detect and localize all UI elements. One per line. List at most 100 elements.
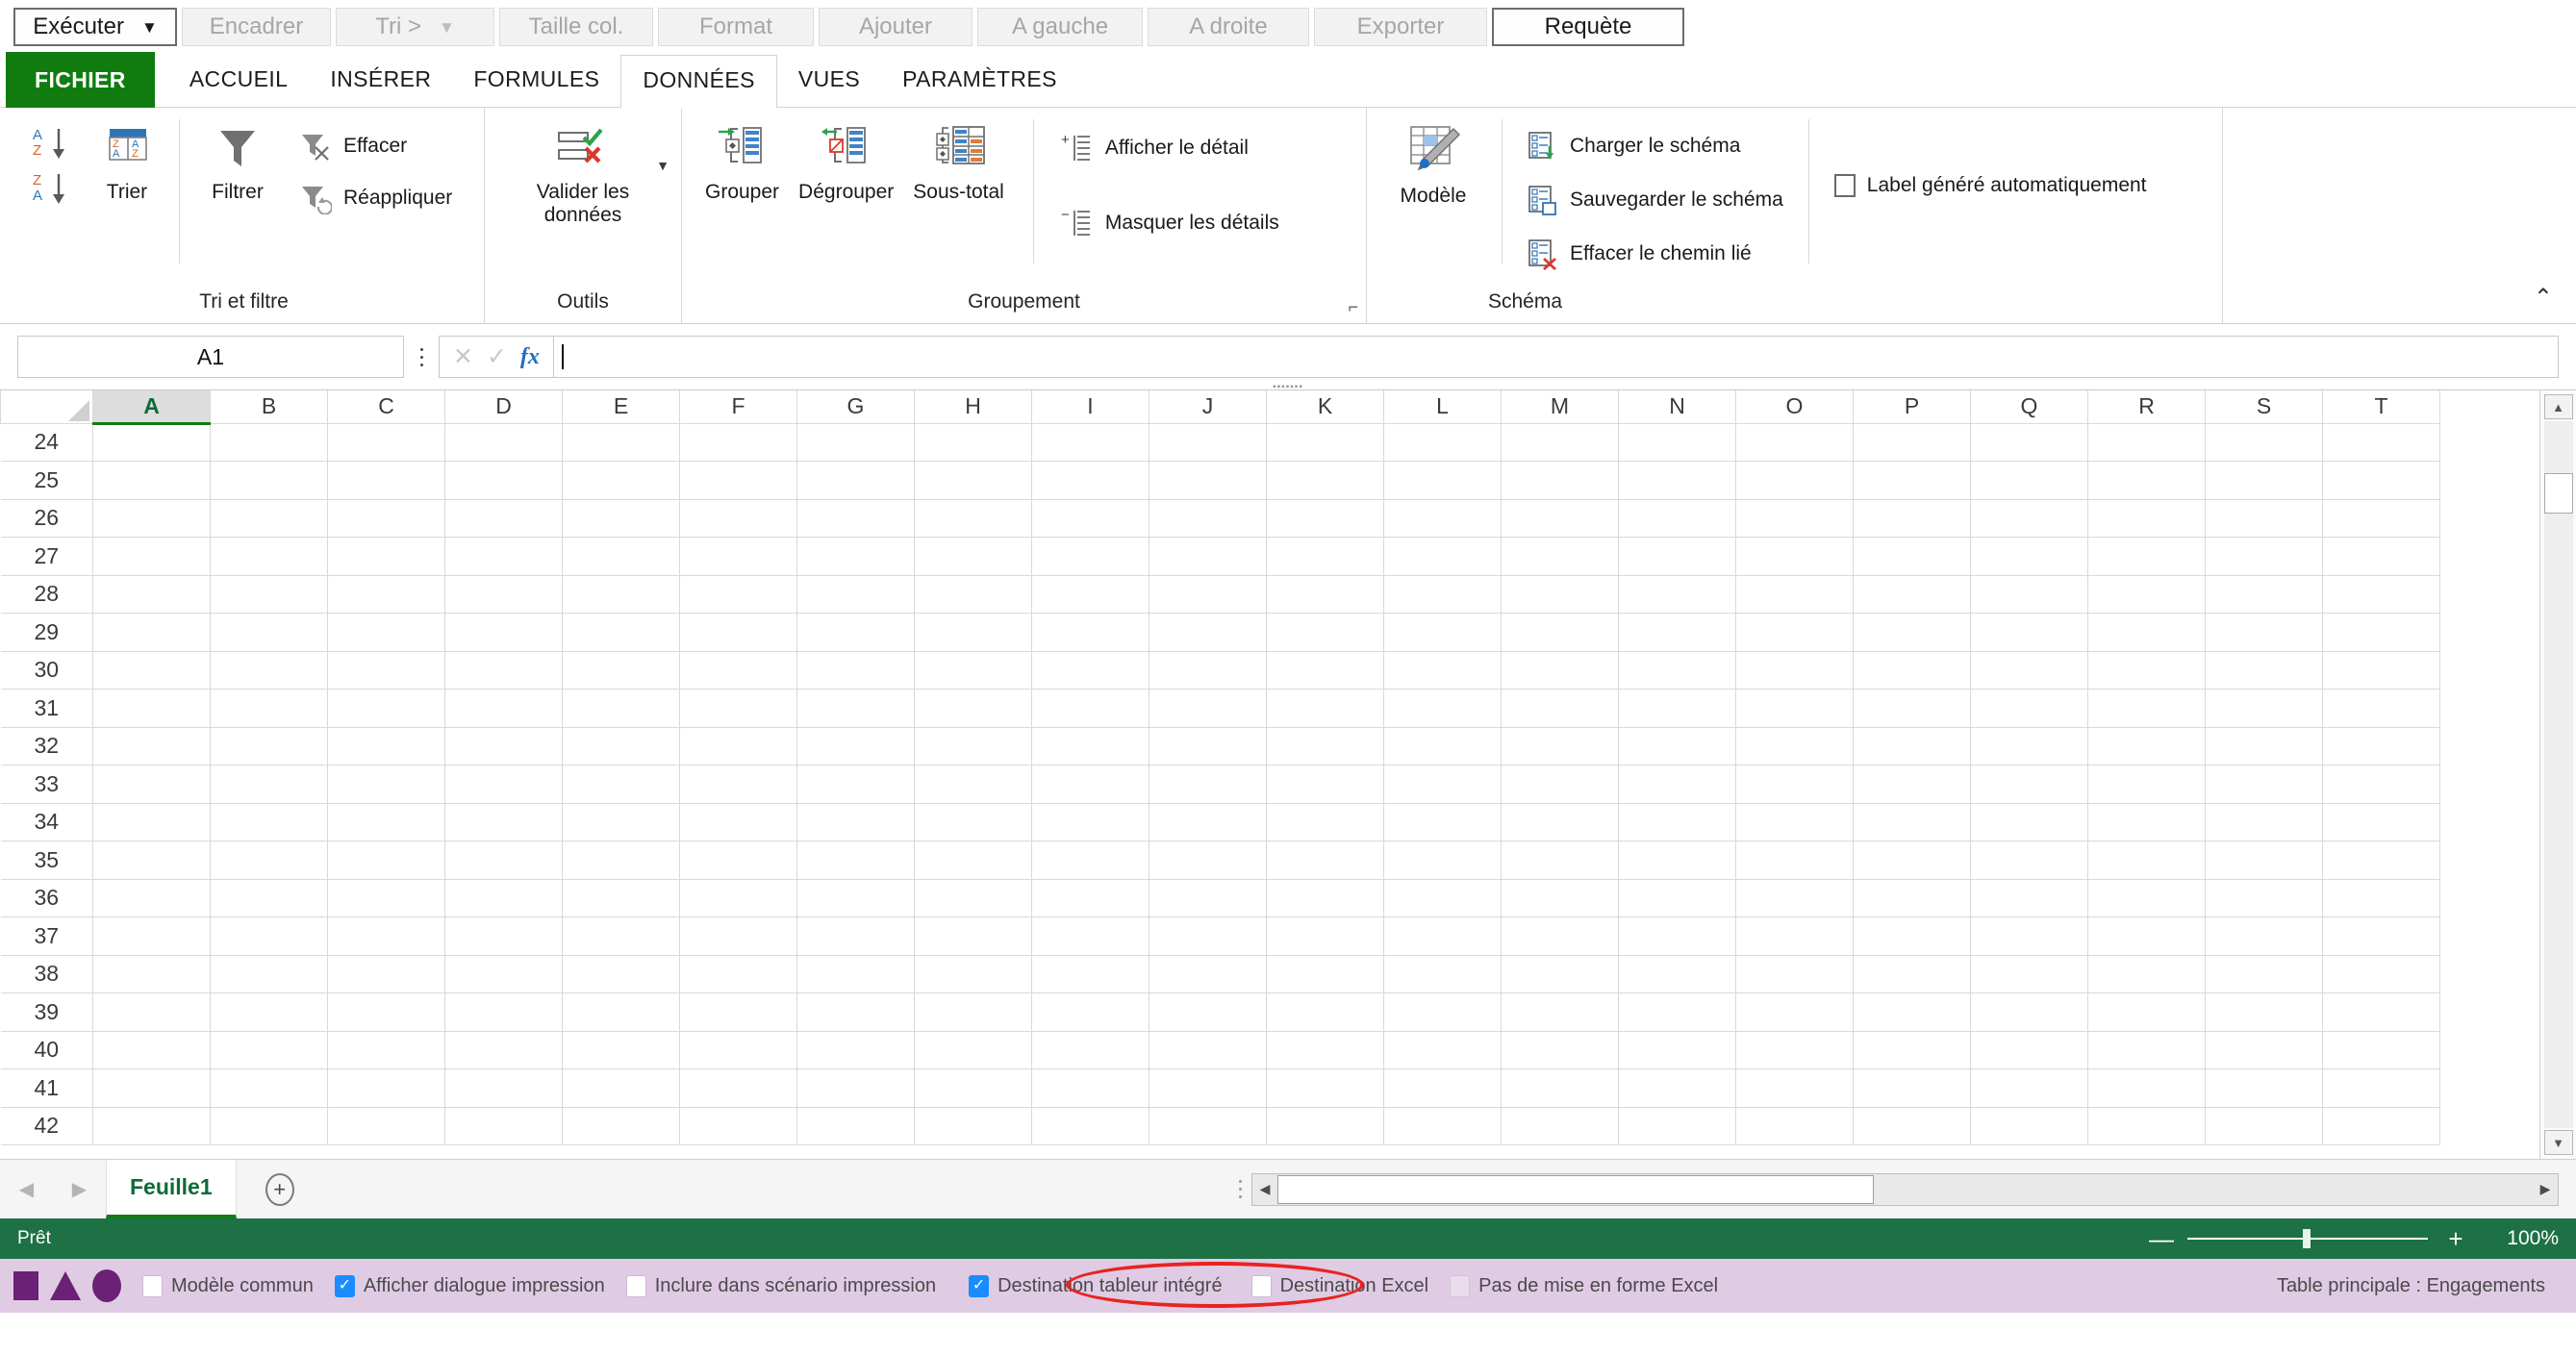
- cell-E29[interactable]: [562, 613, 680, 652]
- tab-fichier[interactable]: FICHIER: [6, 52, 155, 108]
- cell-J24[interactable]: [1149, 422, 1267, 462]
- cell-K40[interactable]: [1266, 1030, 1384, 1069]
- cell-R27[interactable]: [2087, 537, 2206, 576]
- cell-P28[interactable]: [1853, 574, 1971, 614]
- cell-N40[interactable]: [1618, 1030, 1736, 1069]
- cell-T40[interactable]: [2322, 1030, 2440, 1069]
- cell-E36[interactable]: [562, 878, 680, 917]
- cell-S30[interactable]: [2205, 650, 2323, 690]
- add-sheet-button[interactable]: +: [237, 1160, 323, 1218]
- cell-K33[interactable]: [1266, 765, 1384, 804]
- cell-K41[interactable]: [1266, 1068, 1384, 1108]
- cell-F37[interactable]: [679, 917, 797, 956]
- cell-K25[interactable]: [1266, 461, 1384, 500]
- cell-C27[interactable]: [327, 537, 445, 576]
- cell-T26[interactable]: [2322, 498, 2440, 538]
- cell-K38[interactable]: [1266, 954, 1384, 993]
- sort-button[interactable]: Tri > ▼: [336, 8, 494, 46]
- cell-G26[interactable]: [796, 498, 915, 538]
- cell-J30[interactable]: [1149, 650, 1267, 690]
- groupement-dialog-launcher-icon[interactable]: ⌐: [1348, 298, 1358, 315]
- reapply-filter-button[interactable]: Réappliquer: [291, 177, 460, 219]
- cell-H42[interactable]: [914, 1106, 1032, 1145]
- cell-S33[interactable]: [2205, 765, 2323, 804]
- row-header-41[interactable]: 41: [0, 1068, 93, 1108]
- cell-J39[interactable]: [1149, 992, 1267, 1032]
- column-header-O[interactable]: O: [1735, 390, 1854, 424]
- cell-T34[interactable]: [2322, 802, 2440, 841]
- row-header-33[interactable]: 33: [0, 765, 93, 804]
- cell-M26[interactable]: [1501, 498, 1619, 538]
- cell-L30[interactable]: [1383, 650, 1502, 690]
- cell-J32[interactable]: [1149, 726, 1267, 766]
- cell-A24[interactable]: [92, 422, 211, 462]
- cell-N37[interactable]: [1618, 917, 1736, 956]
- cell-M30[interactable]: [1501, 650, 1619, 690]
- name-box[interactable]: A1: [17, 336, 404, 378]
- cell-Q32[interactable]: [1970, 726, 2088, 766]
- cell-S39[interactable]: [2205, 992, 2323, 1032]
- cell-N34[interactable]: [1618, 802, 1736, 841]
- cell-H27[interactable]: [914, 537, 1032, 576]
- cell-R26[interactable]: [2087, 498, 2206, 538]
- cell-T35[interactable]: [2322, 841, 2440, 880]
- cell-N39[interactable]: [1618, 992, 1736, 1032]
- column-header-K[interactable]: K: [1266, 390, 1384, 424]
- cell-R33[interactable]: [2087, 765, 2206, 804]
- cell-M31[interactable]: [1501, 689, 1619, 728]
- cell-A42[interactable]: [92, 1106, 211, 1145]
- cell-O24[interactable]: [1735, 422, 1854, 462]
- cell-P30[interactable]: [1853, 650, 1971, 690]
- cell-F42[interactable]: [679, 1106, 797, 1145]
- cell-D39[interactable]: [444, 992, 563, 1032]
- cell-T42[interactable]: [2322, 1106, 2440, 1145]
- zoom-slider-track[interactable]: [2187, 1229, 2428, 1248]
- cell-C39[interactable]: [327, 992, 445, 1032]
- cell-I42[interactable]: [1031, 1106, 1149, 1145]
- cell-E39[interactable]: [562, 992, 680, 1032]
- cell-Q27[interactable]: [1970, 537, 2088, 576]
- cell-M27[interactable]: [1501, 537, 1619, 576]
- cell-T33[interactable]: [2322, 765, 2440, 804]
- cell-P41[interactable]: [1853, 1068, 1971, 1108]
- cell-S27[interactable]: [2205, 537, 2323, 576]
- cell-D30[interactable]: [444, 650, 563, 690]
- cell-F28[interactable]: [679, 574, 797, 614]
- cell-S40[interactable]: [2205, 1030, 2323, 1069]
- row-header-27[interactable]: 27: [0, 537, 93, 576]
- cell-H35[interactable]: [914, 841, 1032, 880]
- sheet-tab-feuille1[interactable]: Feuille1: [106, 1160, 237, 1218]
- cell-F33[interactable]: [679, 765, 797, 804]
- cell-K37[interactable]: [1266, 917, 1384, 956]
- cell-S41[interactable]: [2205, 1068, 2323, 1108]
- scroll-right-icon[interactable]: ▶: [2533, 1174, 2558, 1205]
- cell-E40[interactable]: [562, 1030, 680, 1069]
- model-button[interactable]: Modèle: [1380, 119, 1486, 212]
- cell-D35[interactable]: [444, 841, 563, 880]
- cell-T29[interactable]: [2322, 613, 2440, 652]
- horizontal-scroll-empty[interactable]: [1874, 1174, 2533, 1205]
- cell-H37[interactable]: [914, 917, 1032, 956]
- cell-M24[interactable]: [1501, 422, 1619, 462]
- execute-button[interactable]: Exécuter ▼: [13, 8, 177, 46]
- cell-O42[interactable]: [1735, 1106, 1854, 1145]
- cell-K42[interactable]: [1266, 1106, 1384, 1145]
- cell-H34[interactable]: [914, 802, 1032, 841]
- cell-B42[interactable]: [210, 1106, 328, 1145]
- cell-I29[interactable]: [1031, 613, 1149, 652]
- cell-Q35[interactable]: [1970, 841, 2088, 880]
- cell-G40[interactable]: [796, 1030, 915, 1069]
- cell-Q36[interactable]: [1970, 878, 2088, 917]
- cell-R40[interactable]: [2087, 1030, 2206, 1069]
- cell-B29[interactable]: [210, 613, 328, 652]
- show-detail-button[interactable]: + Afficher le détail: [1053, 127, 1287, 169]
- cell-L26[interactable]: [1383, 498, 1502, 538]
- cell-G35[interactable]: [796, 841, 915, 880]
- cell-C33[interactable]: [327, 765, 445, 804]
- cell-J38[interactable]: [1149, 954, 1267, 993]
- cell-F39[interactable]: [679, 992, 797, 1032]
- cell-A37[interactable]: [92, 917, 211, 956]
- cell-I26[interactable]: [1031, 498, 1149, 538]
- cell-S28[interactable]: [2205, 574, 2323, 614]
- cell-P36[interactable]: [1853, 878, 1971, 917]
